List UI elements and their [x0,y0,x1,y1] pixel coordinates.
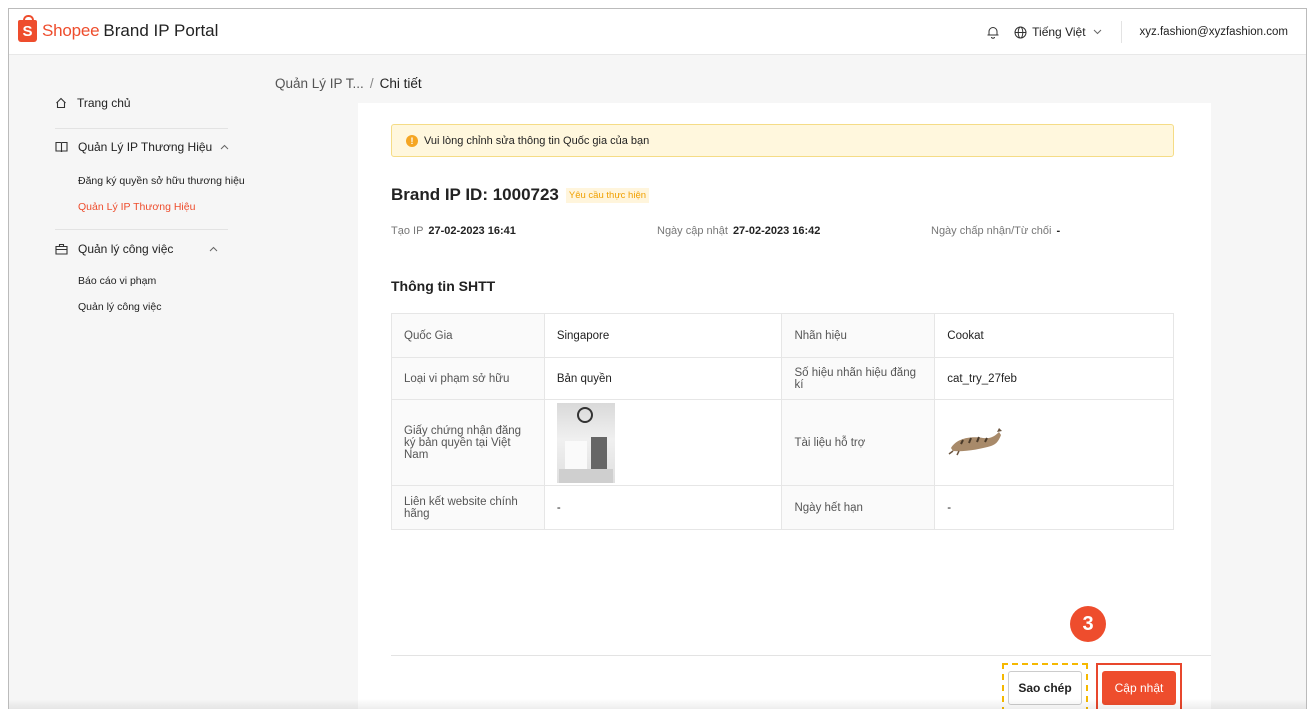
sidebar-item-brand-registration[interactable]: Đăng ký quyền sở hữu thương hiệu [78,175,245,187]
globe-icon [1014,26,1027,38]
section-title: Thông tin SHTT [391,278,496,294]
sidebar-group-label: Quản lý công việc [78,242,174,256]
sidebar-group-label: Quản Lý IP Thương Hiệu [78,140,213,154]
brand-ip-id: Brand IP ID: 1000723 [391,185,559,204]
app-window: S Shopee Brand IP Portal Tiếng Việt xyz.… [8,8,1307,709]
shopee-bag-icon: S [18,15,37,42]
sidebar-item-home[interactable]: Trang chủ [55,96,131,110]
ip-info-table: Quốc Gia Singapore Nhãn hiệu Cookat Loại… [391,313,1174,530]
updated-value: 27-02-2023 16:42 [732,225,821,237]
certificate-label: Giấy chứng nhận đăng ký bản quyền tại Vi… [391,399,545,486]
created-label: Tạo IP [391,225,424,237]
created-meta: Tạo IP 27-02-2023 16:41 [391,225,516,237]
language-label: Tiếng Việt [1032,25,1086,39]
chevron-up-icon [210,246,218,252]
updated-label: Ngày cập nhật [657,225,728,237]
breadcrumb-separator: / [369,76,374,91]
alert-text: Vui lòng chỉnh sửa thông tin Quốc gia củ… [424,134,650,147]
support-doc-label: Tài liệu hỗ trợ [781,399,936,486]
shopee-logo[interactable]: S Shopee Brand IP Portal [18,15,219,42]
breadcrumb-current: Chi tiết [379,76,422,91]
created-value: 27-02-2023 16:41 [428,225,516,237]
table-row: Giấy chứng nhận đăng ký bản quyền tại Vi… [391,399,1174,486]
expiry-value: - [934,485,1174,530]
chevron-down-icon [1093,29,1101,35]
decision-value: - [1056,225,1061,237]
warning-alert: ! Vui lòng chỉnh sửa thông tin Quốc gia … [391,124,1174,157]
registration-number-label: Số hiệu nhãn hiệu đăng kí [781,357,936,400]
trademark-value: Cookat [934,313,1174,358]
support-doc-thumbnail[interactable] [947,426,1007,456]
bell-icon[interactable] [986,25,1000,39]
detail-card: ! Vui lòng chỉnh sửa thông tin Quốc gia … [358,103,1211,709]
warning-icon: ! [406,134,418,147]
breadcrumb-parent[interactable]: Quản Lý IP T... [275,76,364,91]
sidebar-item-brand-ip-management[interactable]: Quản Lý IP Thương Hiệu [78,201,195,213]
home-icon [56,97,66,109]
table-row: Quốc Gia Singapore Nhãn hiệu Cookat [391,313,1174,358]
website-value: - [543,485,783,530]
sidebar-divider [55,128,228,129]
book-icon [55,141,68,153]
logo-portal-text: Brand IP Portal [103,21,219,40]
page-title: Brand IP ID: 1000723 Yêu cầu thực hiện [391,185,650,205]
violation-type-value: Bản quyền [543,357,783,400]
website-label: Liên kết website chính hãng [391,485,545,530]
sidebar-item-work-management[interactable]: Quản lý công việc [78,301,161,313]
sidebar: Trang chủ Quản Lý IP Thương Hiệu Đăng ký… [9,56,249,709]
certificate-thumbnail[interactable] [556,402,615,483]
trademark-label: Nhãn hiệu [781,313,936,358]
expiry-label: Ngày hết hạn [781,485,936,530]
sidebar-divider [55,229,228,230]
bottom-shadow [9,699,1306,709]
sidebar-group-brand-ip[interactable]: Quản Lý IP Thương Hiệu [55,140,239,154]
updated-meta: Ngày cập nhật 27-02-2023 16:42 [657,225,820,237]
top-bar: S Shopee Brand IP Portal Tiếng Việt xyz.… [9,9,1306,55]
country-label: Quốc Gia [391,313,545,358]
briefcase-icon [55,243,68,255]
registration-number-value: cat_try_27feb [934,357,1174,400]
sidebar-item-label: Trang chủ [77,96,131,110]
violation-type-label: Loại vi phạm sở hữu [391,357,545,400]
chevron-up-icon [220,144,229,150]
top-right-controls: Tiếng Việt xyz.fashion@xyzfashion.com [986,9,1306,55]
table-row: Liên kết website chính hãng - Ngày hết h… [391,485,1174,530]
decision-meta: Ngày chấp nhận/Từ chối - [931,225,1060,237]
country-value: Singapore [543,313,783,358]
user-email[interactable]: xyz.fashion@xyzfashion.com [1122,26,1306,38]
breadcrumb: Quản Lý IP T... / Chi tiết [275,76,422,91]
footer-divider [391,655,1211,656]
table-row: Loại vi phạm sở hữu Bản quyền Số hiệu nh… [391,357,1174,400]
decision-label: Ngày chấp nhận/Từ chối [931,225,1052,237]
language-selector[interactable]: Tiếng Việt [1014,21,1122,43]
step-number-badge: 3 [1070,606,1106,642]
status-badge: Yêu cầu thực hiện [565,187,650,203]
sidebar-item-violation-report[interactable]: Báo cáo vi phạm [78,275,156,287]
certificate-cell [543,399,783,486]
sidebar-group-work[interactable]: Quản lý công việc [55,242,228,256]
support-doc-cell [934,399,1174,486]
logo-brand-text: Shopee [42,21,100,40]
